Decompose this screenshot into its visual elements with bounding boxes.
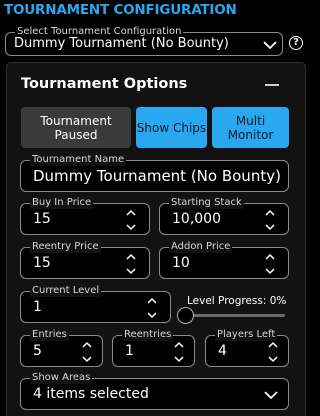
addon-price-value: 10 [172, 255, 190, 271]
show-areas-label: Show Areas [30, 372, 93, 384]
collapse-icon[interactable] [265, 84, 279, 86]
stepper-icon[interactable] [146, 297, 158, 319]
level-progress-thumb[interactable] [177, 307, 194, 324]
addon-price-field[interactable]: Addon Price 10 [159, 241, 289, 279]
entries-value: 5 [33, 343, 42, 359]
stepper-icon[interactable] [264, 253, 276, 275]
chevron-down-icon[interactable] [264, 391, 278, 399]
reentry-price-field[interactable]: Reentry Price 15 [20, 241, 150, 279]
reentries-field[interactable]: Reentries 1 [112, 329, 195, 367]
level-progress-track[interactable] [186, 314, 285, 317]
stepper-icon[interactable] [267, 341, 279, 363]
stepper-icon[interactable] [173, 341, 185, 363]
panel-title: Tournament Options [21, 76, 188, 92]
buy-in-price-label: Buy In Price [30, 197, 94, 209]
page-title: TOURNAMENT CONFIGURATION [4, 2, 237, 18]
show-areas-select[interactable]: Show Areas 4 items selected [20, 372, 289, 410]
players-left-label: Players Left [215, 329, 278, 341]
buy-in-price-field[interactable]: Buy In Price 15 [20, 197, 150, 235]
current-level-field[interactable]: Current Level 1 [20, 285, 171, 323]
addon-price-label: Addon Price [169, 241, 233, 253]
entries-field[interactable]: Entries 5 [20, 329, 103, 367]
buy-in-price-value: 15 [33, 211, 51, 227]
reentries-value: 1 [125, 343, 134, 359]
help-icon[interactable]: ? [289, 36, 303, 50]
stepper-icon[interactable] [125, 209, 137, 231]
reentry-price-value: 15 [33, 255, 51, 271]
tournament-paused-button[interactable]: Tournament Paused [21, 107, 131, 148]
stepper-icon[interactable] [264, 209, 276, 231]
starting-stack-value: 10,000 [172, 211, 221, 227]
tournament-name-value: Dummy Tournament (No Bounty) [33, 167, 281, 185]
reentries-label: Reentries [122, 329, 174, 341]
tournament-name-label: Tournament Name [30, 154, 127, 166]
starting-stack-label: Starting Stack [169, 197, 244, 209]
starting-stack-field[interactable]: Starting Stack 10,000 [159, 197, 289, 235]
tournament-name-field[interactable]: Tournament Name Dummy Tournament (No Bou… [20, 154, 289, 192]
players-left-field[interactable]: Players Left 4 [205, 329, 289, 367]
reentry-price-label: Reentry Price [30, 241, 101, 253]
stepper-icon[interactable] [81, 341, 93, 363]
show-chips-button[interactable]: Show Chips [136, 107, 207, 148]
multi-monitor-button[interactable]: Multi Monitor [212, 107, 289, 148]
entries-label: Entries [30, 329, 69, 341]
level-progress-label: Level Progress: 0% [187, 295, 287, 307]
current-level-value: 1 [33, 299, 42, 315]
show-areas-value: 4 items selected [33, 386, 149, 402]
tournament-config-value: Dummy Tournament (No Bounty) [14, 36, 229, 51]
tournament-config-select[interactable]: Select Tournament Configuration Dummy To… [5, 26, 283, 56]
stepper-icon[interactable] [125, 253, 137, 275]
current-level-label: Current Level [30, 285, 102, 297]
players-left-value: 4 [218, 343, 227, 359]
chevron-down-icon[interactable] [263, 41, 277, 49]
